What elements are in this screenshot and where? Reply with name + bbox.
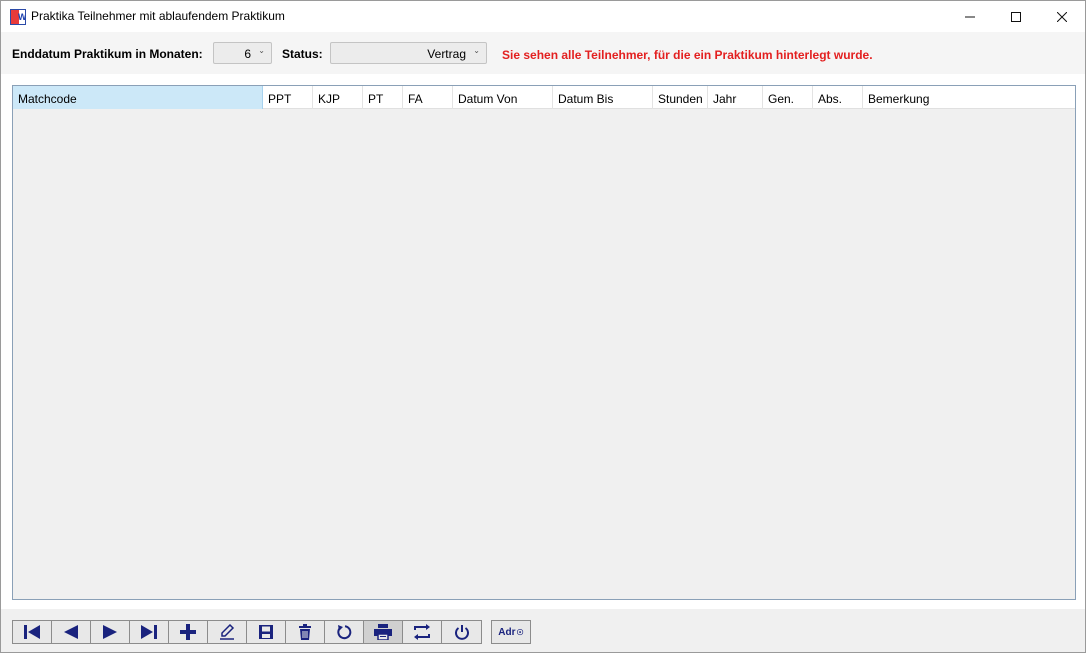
participants-grid[interactable]: Matchcode PPT KJP PT FA Datum Von Datum … [12,85,1076,600]
swap-icon [414,624,430,640]
edit-button[interactable] [208,621,247,643]
save-icon [259,625,273,639]
add-icon [180,624,196,640]
bottom-toolbar: Adr ☉ [1,609,1085,652]
title-bar: W Praktika Teilnehmer mit ablaufendem Pr… [1,1,1085,32]
refresh-icon [337,625,352,640]
filter-bar: Enddatum Praktikum in Monaten: 6 ⌄ Statu… [1,32,1085,74]
column-header-datum-bis[interactable]: Datum Bis [553,86,653,109]
status-combo[interactable]: Vertrag ⌄ [330,42,487,64]
column-header-bemerkung[interactable]: Bemerkung [863,86,1075,109]
power-button[interactable] [442,621,481,643]
maximize-icon [1011,11,1021,22]
address-label: Adr [498,626,516,638]
column-header-pt[interactable]: PT [363,86,403,109]
grid-header: Matchcode PPT KJP PT FA Datum Von Datum … [13,86,1075,109]
close-button[interactable] [1039,1,1085,32]
chevron-down-icon: ⌄ [258,46,265,55]
delete-icon [299,624,311,640]
enddatum-value: 6 [244,47,251,61]
enddatum-label: Enddatum Praktikum in Monaten: [12,47,203,61]
first-record-icon [24,625,40,639]
column-header-gen[interactable]: Gen. [763,86,813,109]
minimize-icon [965,16,975,17]
next-record-button[interactable] [91,621,130,643]
next-record-icon [103,625,117,639]
first-record-button[interactable] [13,621,52,643]
print-icon [374,624,392,640]
save-button[interactable] [247,621,286,643]
info-notice: Sie sehen alle Teilnehmer, für die ein P… [502,48,873,62]
rw-logo-icon: W [10,9,26,25]
column-header-ppt[interactable]: PPT [263,86,313,109]
power-icon [454,625,469,640]
print-button[interactable] [364,621,403,643]
previous-record-icon [64,625,78,639]
column-header-stunden[interactable]: Stunden [653,86,708,109]
chevron-down-icon: ⌄ [473,46,480,55]
record-toolbar [12,620,482,644]
close-icon [1057,11,1067,22]
address-button[interactable]: Adr ☉ [491,620,531,644]
content-area: Matchcode PPT KJP PT FA Datum Von Datum … [1,74,1085,609]
previous-record-button[interactable] [52,621,91,643]
column-header-kjp[interactable]: KJP [313,86,363,109]
enddatum-months-combo[interactable]: 6 ⌄ [213,42,272,64]
column-header-matchcode[interactable]: Matchcode [13,86,263,109]
refresh-button[interactable] [325,621,364,643]
column-header-abs[interactable]: Abs. [813,86,863,109]
minimize-button[interactable] [947,1,993,32]
column-header-fa[interactable]: FA [403,86,453,109]
address-icon: ☉ [516,627,524,637]
column-header-datum-von[interactable]: Datum Von [453,86,553,109]
edit-icon [220,624,235,640]
application-window: W Praktika Teilnehmer mit ablaufendem Pr… [0,0,1086,653]
last-record-icon [141,625,157,639]
swap-button[interactable] [403,621,442,643]
status-value: Vertrag [427,47,466,61]
column-header-jahr[interactable]: Jahr [708,86,763,109]
window-title: Praktika Teilnehmer mit ablaufendem Prak… [31,9,285,23]
status-label: Status: [282,47,323,61]
delete-button[interactable] [286,621,325,643]
add-button[interactable] [169,621,208,643]
maximize-button[interactable] [993,1,1039,32]
last-record-button[interactable] [130,621,169,643]
